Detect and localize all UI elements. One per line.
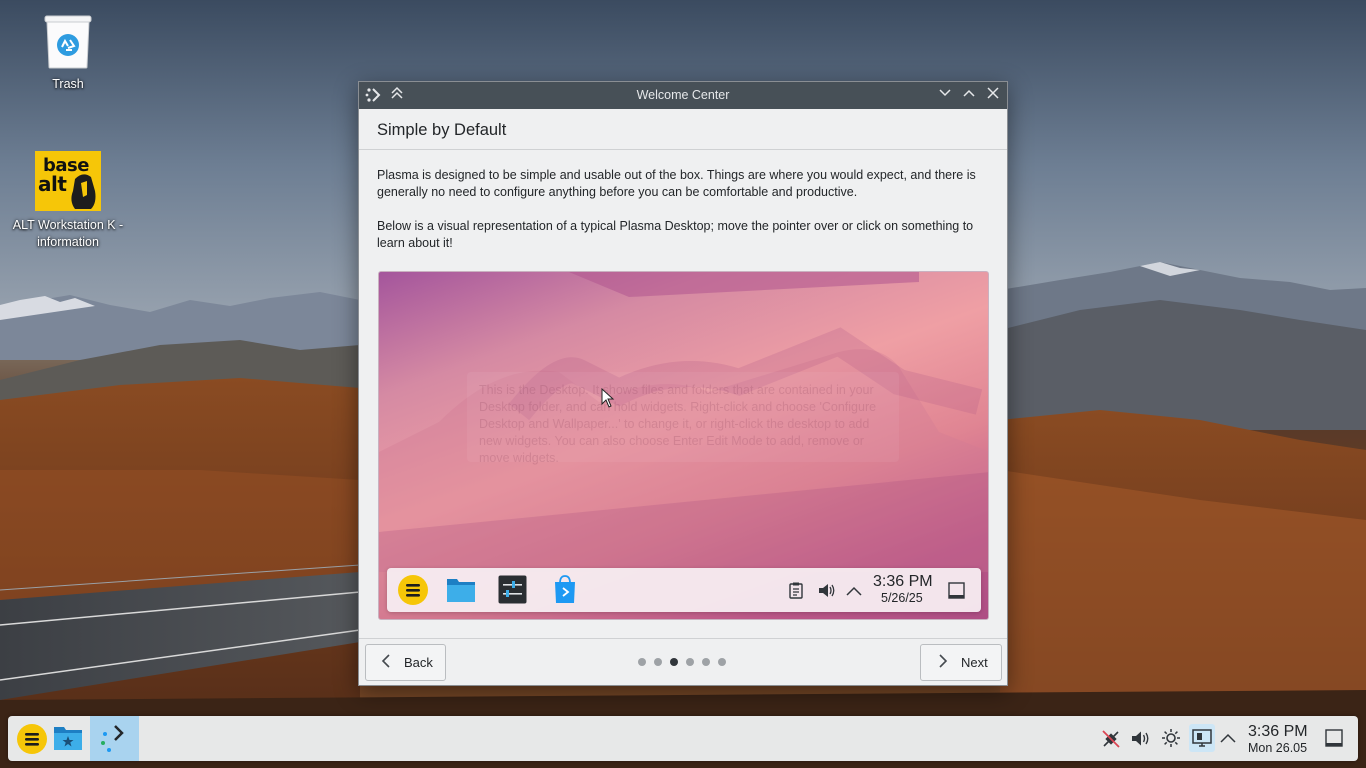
alt-workstation-logo-icon[interactable]: base alt xyxy=(35,151,101,211)
trash-label[interactable]: Trash xyxy=(8,76,128,93)
preview-expand-tray-icon[interactable] xyxy=(846,584,862,602)
next-button[interactable]: Next xyxy=(920,644,1002,681)
page-title: Simple by Default xyxy=(377,121,507,139)
file-manager-task-icon[interactable] xyxy=(53,724,83,757)
chevron-left-icon xyxy=(380,652,392,675)
app-launcher-icon[interactable] xyxy=(16,723,48,760)
preview-clipboard-icon[interactable] xyxy=(789,582,803,604)
instruction-paragraph: Below is a visual representation of a ty… xyxy=(377,219,974,250)
alt-workstation-info-label[interactable]: ALT Workstation K - information xyxy=(8,217,128,251)
preview-clock-date[interactable]: 5/26/25 xyxy=(881,591,923,605)
preview-clock-time[interactable]: 3:36 PM xyxy=(873,573,933,591)
clock-time[interactable]: 3:36 PM xyxy=(1248,723,1308,741)
desktop-preview[interactable]: This is the Desktop. It shows files and … xyxy=(378,271,989,620)
display-config-icon[interactable] xyxy=(1189,724,1215,752)
window-titlebar[interactable]: Welcome Center xyxy=(359,82,1007,109)
page-dot-3[interactable] xyxy=(670,658,678,666)
show-desktop-icon[interactable] xyxy=(1325,729,1343,752)
intro-paragraph: Plasma is designed to be simple and usab… xyxy=(377,168,976,199)
welcome-center-window[interactable]: Welcome Center Simple by Default Plasma … xyxy=(358,81,1008,686)
desktop-tooltip: This is the Desktop. It shows files and … xyxy=(467,372,899,465)
brightness-icon[interactable] xyxy=(1161,728,1181,753)
close-icon[interactable] xyxy=(983,86,1003,106)
page-dot-2[interactable] xyxy=(654,658,662,666)
footer-separator xyxy=(359,638,1007,639)
page-dot-1[interactable] xyxy=(638,658,646,666)
preview-volume-icon[interactable] xyxy=(818,582,836,604)
welcome-center-task[interactable] xyxy=(90,716,139,761)
page-dot-4[interactable] xyxy=(686,658,694,666)
page-dot-5[interactable] xyxy=(702,658,710,666)
chevron-right-icon xyxy=(937,652,949,675)
clock-date[interactable]: Mon 26.05 xyxy=(1248,741,1307,755)
minimize-icon[interactable] xyxy=(935,86,955,106)
network-disconnected-icon[interactable] xyxy=(1101,729,1121,754)
next-button-label: Next xyxy=(961,655,988,670)
preview-panel[interactable]: 3:36 PM 5/26/25 xyxy=(387,568,981,612)
volume-icon[interactable] xyxy=(1131,729,1151,753)
preview-settings-icon[interactable] xyxy=(498,575,527,609)
window-title: Welcome Center xyxy=(636,88,730,102)
back-button-label: Back xyxy=(404,655,433,670)
expand-tray-icon[interactable] xyxy=(1220,731,1236,749)
page-indicator[interactable] xyxy=(638,658,734,668)
page-dot-6[interactable] xyxy=(718,658,726,666)
taskbar-panel[interactable]: 3:36 PM Mon 26.05 xyxy=(8,716,1358,761)
preview-show-desktop-icon[interactable] xyxy=(948,582,965,604)
preview-launcher-icon[interactable] xyxy=(397,574,429,611)
heading-separator xyxy=(359,149,1007,150)
welcome-center-task-icon xyxy=(101,725,124,752)
mouse-pointer-icon xyxy=(601,388,615,408)
maximize-icon[interactable] xyxy=(959,86,979,106)
trash-icon[interactable] xyxy=(44,15,92,69)
back-button[interactable]: Back xyxy=(365,644,446,681)
preview-file-manager-icon[interactable] xyxy=(446,576,476,609)
preview-discover-icon[interactable] xyxy=(552,575,578,609)
